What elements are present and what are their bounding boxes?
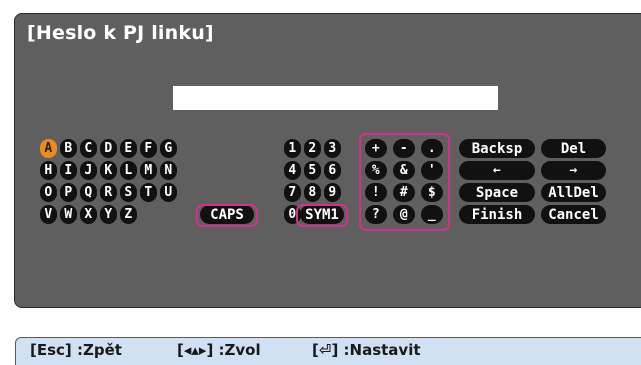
key-letter-o[interactable]: O	[40, 183, 57, 202]
key-symbol-7[interactable]: !	[365, 183, 387, 202]
arrows-hint: [◂▴▸] :Zvol	[177, 341, 261, 359]
cursor-left-key[interactable]: ←	[459, 161, 535, 180]
key-symbol-6[interactable]: '	[421, 161, 443, 180]
four-way-arrow-icon: ◂▴▸	[183, 341, 207, 359]
key-digit-1[interactable]: 1	[284, 139, 301, 158]
space-key[interactable]: Space	[459, 183, 535, 202]
key-digit-8[interactable]: 8	[304, 183, 321, 202]
key-letter-p[interactable]: P	[60, 183, 77, 202]
key-letter-x[interactable]: X	[80, 205, 97, 224]
key-letter-u[interactable]: U	[160, 183, 177, 202]
key-digit-5[interactable]: 5	[304, 161, 321, 180]
key-symbol-12[interactable]: _	[421, 205, 443, 224]
key-symbol-11[interactable]: @	[393, 205, 415, 224]
key-symbol-2[interactable]: -	[393, 139, 415, 158]
key-letter-e[interactable]: E	[120, 139, 137, 158]
backspace-key[interactable]: Backsp	[459, 139, 535, 158]
key-symbol-5[interactable]: &	[393, 161, 415, 180]
key-letter-d[interactable]: D	[100, 139, 117, 158]
esc-hint: [Esc] :Zpět	[30, 341, 122, 359]
key-letter-z[interactable]: Z	[120, 205, 137, 224]
cancel-key[interactable]: Cancel	[541, 205, 606, 224]
key-letter-t[interactable]: T	[140, 183, 157, 202]
key-digit-9[interactable]: 9	[324, 183, 341, 202]
left-arrow-icon: ←	[492, 163, 502, 178]
dialog-title: [Heslo k PJ linku]	[27, 22, 214, 44]
enter-icon: ⏎	[318, 341, 332, 359]
key-symbol-3[interactable]: .	[421, 139, 443, 158]
key-letter-r[interactable]: R	[100, 183, 117, 202]
sym1-key[interactable]: SYM1	[300, 205, 344, 224]
key-digit-4[interactable]: 4	[284, 161, 301, 180]
finish-key[interactable]: Finish	[459, 205, 535, 224]
caps-key[interactable]: CAPS	[200, 205, 254, 224]
enter-hint: [⏎] :Nastavit	[312, 341, 421, 359]
key-letter-s[interactable]: S	[120, 183, 137, 202]
key-digit-6[interactable]: 6	[324, 161, 341, 180]
key-digit-2[interactable]: 2	[304, 139, 321, 158]
key-symbol-4[interactable]: %	[365, 161, 387, 180]
cursor-right-key[interactable]: →	[541, 161, 606, 180]
key-letter-q[interactable]: Q	[80, 183, 97, 202]
key-letter-j[interactable]: J	[80, 161, 97, 180]
delete-key[interactable]: Del	[541, 139, 606, 158]
key-letter-g[interactable]: G	[160, 139, 177, 158]
key-letter-a[interactable]: A	[40, 139, 57, 158]
key-letter-h[interactable]: H	[40, 161, 57, 180]
password-input[interactable]	[173, 86, 498, 110]
key-symbol-10[interactable]: ?	[365, 205, 387, 224]
key-digit-3[interactable]: 3	[324, 139, 341, 158]
key-letter-f[interactable]: F	[140, 139, 157, 158]
key-letter-v[interactable]: V	[40, 205, 57, 224]
key-letter-i[interactable]: I	[60, 161, 77, 180]
key-symbol-9[interactable]: $	[421, 183, 443, 202]
key-letter-b[interactable]: B	[60, 139, 77, 158]
key-letter-l[interactable]: L	[120, 161, 137, 180]
key-letter-y[interactable]: Y	[100, 205, 117, 224]
alldel-key[interactable]: AllDel	[541, 183, 606, 202]
right-arrow-icon: →	[569, 163, 578, 178]
key-letter-w[interactable]: W	[60, 205, 77, 224]
key-digit-0[interactable]: 0	[284, 205, 301, 224]
key-symbol-1[interactable]: +	[365, 139, 387, 158]
key-letter-k[interactable]: K	[100, 161, 117, 180]
key-letter-m[interactable]: M	[140, 161, 157, 180]
key-letter-n[interactable]: N	[160, 161, 177, 180]
key-digit-7[interactable]: 7	[284, 183, 301, 202]
key-letter-c[interactable]: C	[80, 139, 97, 158]
key-symbol-8[interactable]: #	[393, 183, 415, 202]
